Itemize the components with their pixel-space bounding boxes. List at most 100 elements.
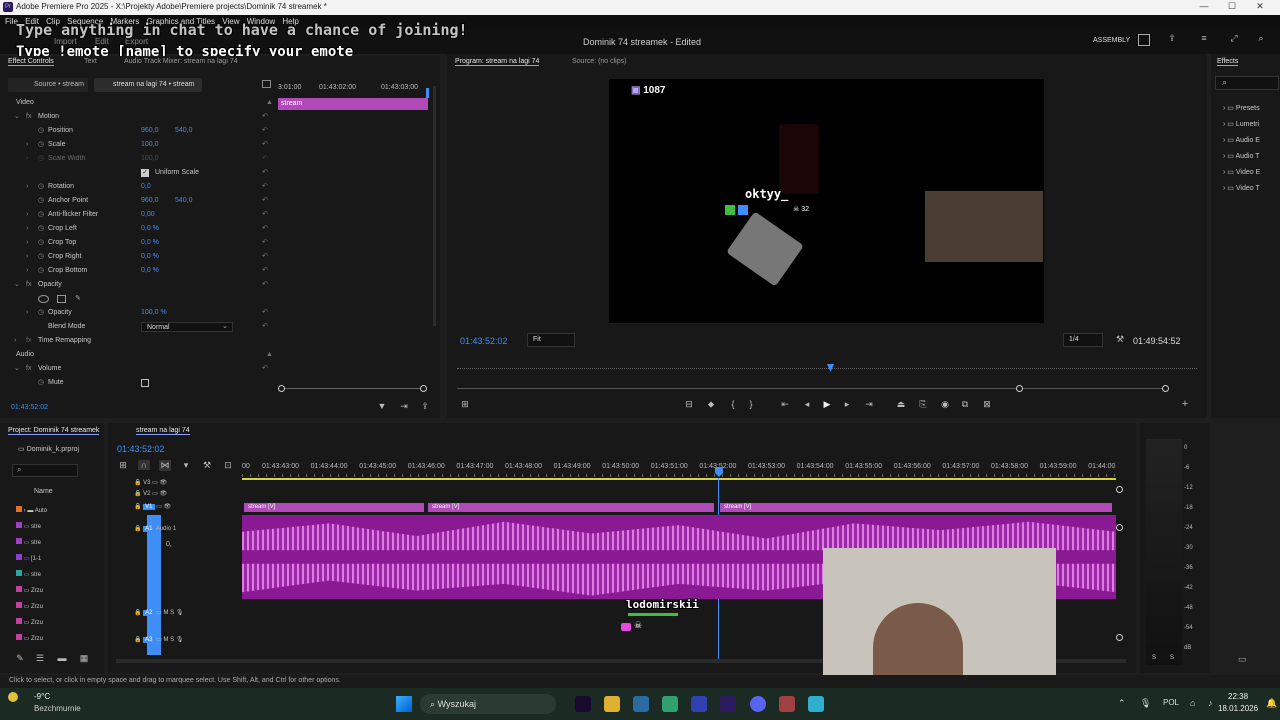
language-indicator[interactable]: POL [1163,698,1179,707]
photoshop-icon[interactable] [691,696,707,712]
toggle-timeline-icon[interactable] [262,80,271,88]
file-explorer-icon[interactable] [604,696,620,712]
reset-icon[interactable]: ↶ [262,362,268,376]
reset-icon[interactable]: ↶ [262,250,268,264]
list-item[interactable]: ▭ Zrzu [16,615,47,631]
lift-icon[interactable]: ⊟ [683,399,695,410]
expand-icon[interactable]: › [26,180,28,194]
expand-icon[interactable]: ⌄ [14,362,20,376]
network-icon[interactable]: ⌂ [1190,698,1195,708]
list-item[interactable]: ▭ Zrzu [16,583,47,599]
stopwatch-icon[interactable]: ◷ [38,208,44,222]
microphone-icon[interactable]: 🎙 [1140,698,1151,709]
expand-icon[interactable]: › [26,236,28,250]
list-item[interactable]: ▭ stre [16,535,47,551]
solo-button[interactable]: S [1170,655,1174,661]
zoom-handle-right[interactable] [1162,385,1169,392]
reset-icon[interactable]: ↶ [262,152,268,166]
go-to-out-icon[interactable]: ⇥ [863,399,875,410]
prop-value[interactable]: 0,0 % [141,236,159,250]
tab-effects[interactable]: Effects [1217,58,1239,66]
stopwatch-icon[interactable]: ◷ [38,194,44,208]
video-clip[interactable]: stream [V] [428,503,714,512]
tab-source[interactable]: Source: (no clips) [572,58,626,65]
prop-value[interactable]: 0,0 % [141,250,159,264]
notifications-icon[interactable]: 🔔 [1266,698,1277,709]
quick-export-icon[interactable]: ⇪ [1164,33,1180,44]
app-icon[interactable] [779,696,795,712]
prop-value[interactable]: 0,00 [141,208,155,222]
track-scroll-handle[interactable] [1116,486,1123,493]
settings-icon[interactable]: ⊞ [459,399,471,410]
after-effects-icon[interactable] [575,696,591,712]
list-item[interactable]: ▭ stre [16,567,47,583]
track-header-a1[interactable]: 🔒 A1 Audio 1 [134,525,176,532]
add-button-icon[interactable]: + [1179,398,1191,410]
track-scroll-handle[interactable] [1116,634,1123,641]
scrub-ruler[interactable] [457,368,1197,372]
zoom-select[interactable]: Fit [527,333,575,347]
filter-icon[interactable]: ▼ [376,401,388,411]
premiere-icon[interactable] [720,696,736,712]
icon-view-icon[interactable]: ▬ [56,653,68,663]
reset-icon[interactable]: ↶ [262,110,268,124]
timeline-timecode[interactable]: 01:43:52:02 [117,444,165,454]
reset-icon[interactable]: ↶ [262,138,268,152]
tab-project[interactable]: Project: Dominik 74 streamek [8,427,100,435]
close-button[interactable]: ✕ [1240,1,1280,14]
prop-value-x[interactable]: 960,0 [141,194,159,208]
blend-mode-select[interactable]: Normal [141,322,233,332]
expand-icon[interactable]: › [26,222,28,236]
zoom-handle-right[interactable] [420,385,427,392]
list-item[interactable]: ▭ stre [16,519,47,535]
nest-icon[interactable]: ⊞ [117,460,129,471]
source-clip-selector[interactable]: Source • stream [8,78,88,92]
app-icon[interactable] [808,696,824,712]
prop-value[interactable]: 0,0 [141,180,151,194]
play-icon[interactable]: ▶ [821,399,833,410]
effects-item[interactable]: › ▭ Audio E [1223,133,1260,149]
volume-icon[interactable]: ♪ [1208,698,1213,708]
extract-icon[interactable]: ⎘ [917,399,929,410]
program-zoom-bar[interactable] [457,388,1167,389]
mute-checkbox[interactable] [141,379,149,387]
video-clip[interactable]: stream [V] [720,503,1112,512]
marker-icon[interactable]: ⬥ [705,399,717,410]
windows-start-icon[interactable] [396,696,412,712]
list-item[interactable]: › ▬ Auto [16,503,47,519]
opacity-value[interactable]: 100,0 % [141,306,167,320]
step-forward-icon[interactable]: ▸ [841,399,853,410]
effects-item[interactable]: › ▭ Lumetri [1223,117,1260,133]
camera-icon[interactable]: ◉ [939,399,951,410]
effect-timecode[interactable]: 01:43:52:02 [11,404,48,411]
mark-in-icon[interactable]: { [727,399,739,409]
stopwatch-icon[interactable]: ◷ [38,306,44,320]
prop-value[interactable]: 100,0 [141,152,159,166]
stopwatch-icon[interactable]: ◷ [38,138,44,152]
add-marker-icon[interactable]: ▾ [180,460,192,471]
prop-value-x[interactable]: 960,0 [141,124,159,138]
wrench-icon[interactable]: ▭ [1238,654,1247,665]
expand-icon[interactable]: › [26,152,28,166]
stopwatch-icon[interactable]: ◷ [38,376,44,390]
track-header-a3[interactable]: 🔒 A3 ▭ M S 🎙 [134,636,183,643]
reset-icon[interactable]: ↶ [262,124,268,138]
app-icon[interactable] [662,696,678,712]
tab-timeline[interactable]: stream na lagi 74 [136,427,190,435]
workspace-label[interactable]: ASSEMBLY [1093,37,1130,44]
freeform-view-icon[interactable]: ▦ [78,653,90,664]
expand-icon[interactable]: › [26,208,28,222]
menu-icon[interactable]: ≡ [1196,33,1212,43]
mark-out-icon[interactable]: } [745,399,757,409]
linked-selection-icon[interactable]: ⋈ [159,460,171,471]
track-header-a2[interactable]: 🔒 A2 ▭ M S 🎙 [134,609,183,616]
effects-search-icon[interactable]: ⌕ [1215,76,1279,90]
fullscreen-icon[interactable]: ⤢ [1226,33,1242,44]
solo-button[interactable]: S [1152,655,1156,661]
prop-value[interactable]: 0,0 % [141,222,159,236]
volume-keyframe[interactable]: 0, [166,541,172,548]
zoom-bar[interactable] [281,388,427,389]
reset-icon[interactable]: ↶ [262,264,268,278]
stopwatch-icon[interactable]: ◷ [38,264,44,278]
timeline-settings-icon[interactable]: ⚒ [201,460,213,471]
